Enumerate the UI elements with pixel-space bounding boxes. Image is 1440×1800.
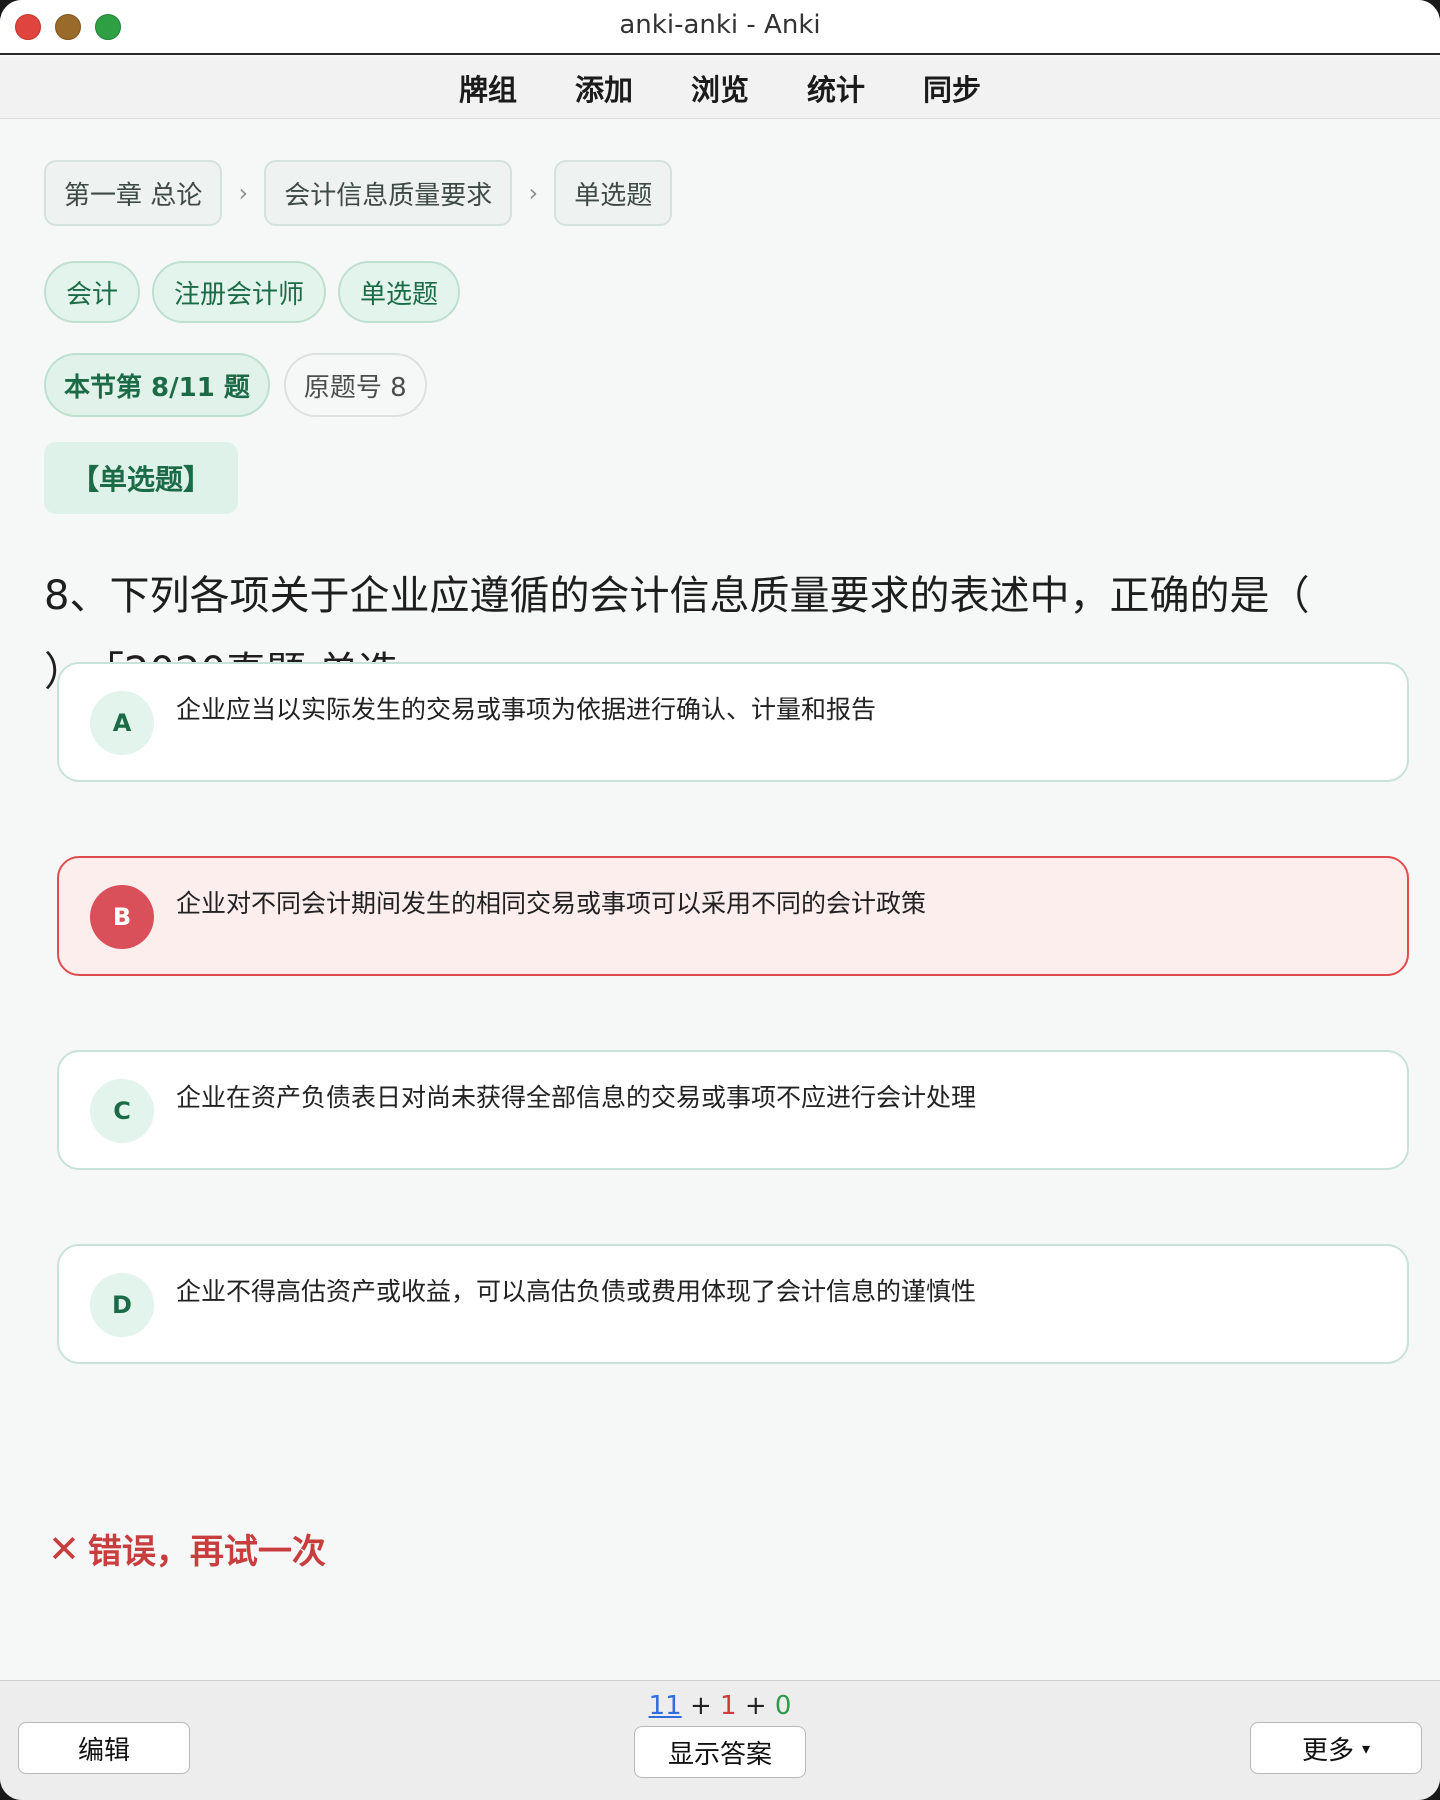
breadcrumb-section: 会计信息质量要求	[264, 160, 513, 226]
option-letter: A	[90, 691, 154, 755]
review-card: 第一章 总论 › 会计信息质量要求 › 单选题 会计 注册会计师 单选题 本节第…	[0, 120, 1440, 1680]
breadcrumb-type: 单选题	[554, 160, 673, 226]
show-answer-button[interactable]: 显示答案	[634, 1726, 806, 1778]
section-progress-badge: 本节第 8/11 题	[44, 353, 270, 417]
option-text: 企业应当以实际发生的交易或事项为依据进行确认、计量和报告	[176, 695, 877, 724]
caret-down-icon: ▾	[1361, 1738, 1371, 1758]
tag-list: 会计 注册会计师 单选题	[44, 261, 461, 323]
card-counts: 11 + 1 + 0	[0, 1691, 1440, 1721]
anki-window: anki-anki - Anki 牌组 添加 浏览 统计 同步 第一章 总论 ›…	[0, 0, 1440, 1800]
review-count: 0	[774, 1691, 792, 1721]
option-letter: B	[90, 885, 154, 949]
original-number-badge: 原题号 8	[283, 353, 427, 417]
tag-item: 单选题	[338, 261, 461, 323]
toolbar-decks[interactable]: 牌组	[430, 67, 546, 109]
option-b[interactable]: B 企业对不同会计期间发生的相同交易或事项可以采用不同的会计政策	[57, 856, 1409, 976]
new-count[interactable]: 11	[649, 1691, 682, 1721]
plus-sign: +	[689, 1691, 712, 1721]
option-text: 企业对不同会计期间发生的相同交易或事项可以采用不同的会计政策	[176, 889, 927, 918]
more-label: 更多	[1301, 1735, 1354, 1766]
bottom-bar: 11 + 1 + 0 编辑 显示答案 更多 ▾	[0, 1680, 1440, 1800]
breadcrumb-separator: ›	[528, 179, 539, 207]
edit-button[interactable]: 编辑	[18, 1722, 190, 1774]
breadcrumb: 第一章 总论 › 会计信息质量要求 › 单选题	[44, 160, 673, 226]
option-d[interactable]: D 企业不得高估资产或收益，可以高估负债或费用体现了会计信息的谨慎性	[57, 1244, 1409, 1364]
toolbar-add[interactable]: 添加	[546, 67, 662, 109]
option-text: 企业在资产负债表日对尚未获得全部信息的交易或事项不应进行会计处理	[176, 1083, 977, 1112]
breadcrumb-chapter: 第一章 总论	[44, 160, 223, 226]
toolbar-sync[interactable]: 同步	[894, 67, 1010, 109]
window-title: anki-anki - Anki	[619, 10, 821, 40]
option-letter: C	[90, 1079, 154, 1143]
breadcrumb-separator: ›	[238, 179, 249, 207]
plus-sign: +	[744, 1691, 767, 1721]
toolbar-stats[interactable]: 统计	[778, 67, 894, 109]
option-letter: D	[90, 1273, 154, 1337]
feedback-text: 错误，再试一次	[87, 1532, 326, 1572]
question-line: 8、下列各项关于企业应遵循的会计信息质量要求的表述中，正确的是（	[44, 573, 1310, 619]
main-toolbar: 牌组 添加 浏览 统计 同步	[0, 57, 1440, 119]
title-bar: anki-anki - Anki	[0, 0, 1440, 55]
option-a[interactable]: A 企业应当以实际发生的交易或事项为依据进行确认、计量和报告	[57, 662, 1409, 782]
answer-feedback: ✕ 错误，再试一次	[48, 1524, 326, 1573]
option-c[interactable]: C 企业在资产负债表日对尚未获得全部信息的交易或事项不应进行会计处理	[57, 1050, 1409, 1170]
more-button[interactable]: 更多 ▾	[1250, 1722, 1422, 1774]
toolbar-browse[interactable]: 浏览	[662, 67, 778, 109]
close-icon: ✕	[48, 1526, 80, 1571]
option-text: 企业不得高估资产或收益，可以高估负债或费用体现了会计信息的谨慎性	[176, 1277, 977, 1306]
tag-item: 注册会计师	[152, 261, 327, 323]
question-progress: 本节第 8/11 题 原题号 8	[44, 353, 427, 417]
tag-item: 会计	[44, 261, 141, 323]
learn-count: 1	[720, 1691, 737, 1721]
question-type-badge: 【单选题】	[44, 442, 238, 514]
